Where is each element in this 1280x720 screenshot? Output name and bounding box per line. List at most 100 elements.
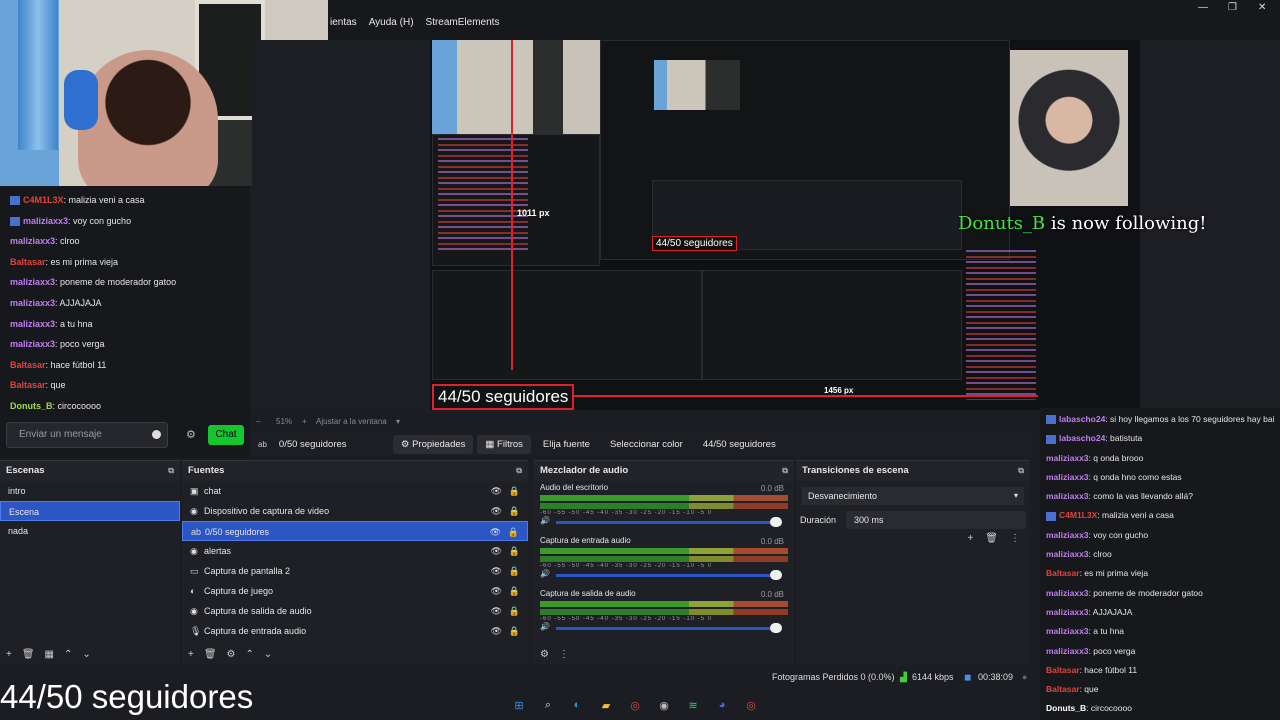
choose-source-button[interactable]: Elija fuente (535, 435, 598, 454)
mixer-menu-icon[interactable]: ⋮ (559, 649, 569, 660)
volume-slider[interactable]: 🔊 (540, 622, 788, 633)
lock-icon[interactable]: 🔒 (509, 581, 520, 601)
chat-username[interactable]: Baltasar (1046, 665, 1080, 675)
popout-icon[interactable]: ⧉ (168, 461, 174, 481)
close-button[interactable]: ✕ (1258, 2, 1266, 13)
lock-icon[interactable]: 🔒 (509, 501, 520, 521)
chat-username[interactable]: malizi​axx3 (1046, 491, 1089, 501)
source-item[interactable]: ▣ chat 👁 🔒 (182, 481, 528, 501)
chat-username[interactable]: malizi​axx3 (10, 319, 55, 329)
chrome-profile-icon[interactable]: ◎ (742, 696, 760, 714)
visibility-eye-icon[interactable]: 👁 (491, 501, 502, 521)
chat-username[interactable]: Baltasar (1046, 568, 1080, 578)
volume-slider-track[interactable] (556, 521, 776, 524)
chat-username[interactable]: malizi​axx3 (1046, 646, 1089, 656)
source-item[interactable]: ◉ alertas 👁 🔒 (182, 541, 528, 561)
volume-slider-track[interactable] (556, 627, 776, 630)
scene-item[interactable]: intro (0, 481, 180, 501)
chat-username[interactable]: labascho24 (1059, 414, 1105, 424)
chat-username[interactable]: Donuts_B (1046, 703, 1086, 713)
properties-button[interactable]: ⚙ Propiedades (392, 434, 474, 454)
chat-username[interactable]: malizi​axx3 (1046, 472, 1089, 482)
chat-username[interactable]: Baltasar (10, 360, 46, 370)
volume-slider[interactable]: 🔊 (540, 516, 788, 527)
volume-slider-knob[interactable] (770, 623, 782, 633)
scene-filters-button[interactable]: ▦ (45, 649, 54, 660)
remove-scene-button[interactable]: 🗑 (22, 649, 35, 660)
zoom-in-button[interactable]: + (302, 417, 307, 426)
file-explorer-icon[interactable]: ▰ (597, 696, 615, 714)
remove-transition-button[interactable]: 🗑 (985, 533, 998, 544)
obs-icon[interactable]: ◉ (655, 696, 673, 714)
zoom-out-button[interactable]: – (256, 417, 260, 426)
windows-start-icon[interactable]: ⊞ (510, 696, 528, 714)
zoom-fit-dropdown[interactable]: Ajustar a la ventana (316, 417, 387, 426)
menu-item-help[interactable]: Ayuda (H) (369, 17, 414, 28)
remove-source-button[interactable]: 🗑 (204, 649, 217, 660)
scene-item[interactable]: Escena (0, 501, 180, 521)
emote-icon[interactable] (152, 430, 161, 439)
lock-icon[interactable]: 🔒 (509, 601, 520, 621)
move-down-button[interactable]: ⌄ (82, 649, 90, 660)
visibility-eye-icon[interactable]: 👁 (491, 481, 502, 501)
source-item[interactable]: ◉ Dispositivo de captura de video 👁 🔒 (182, 501, 528, 521)
chat-username[interactable]: C4M1L3X (1059, 510, 1097, 520)
chat-username[interactable]: Donuts_B (10, 401, 53, 411)
chat-settings-gear-icon[interactable]: ⚙ (186, 428, 196, 441)
source-item[interactable]: ab 0/50 seguidores 👁 🔒 (182, 521, 528, 541)
spotify-icon[interactable]: ≋ (684, 696, 702, 714)
chat-message-input[interactable]: Enviar un mensaje (6, 422, 168, 448)
source-settings-button[interactable]: ⚙ (227, 649, 236, 660)
edge-icon[interactable]: ◐ (568, 696, 586, 714)
select-color-button[interactable]: Seleccionar color (602, 435, 691, 454)
visibility-eye-icon[interactable]: 👁 (491, 561, 502, 581)
volume-slider[interactable]: 🔊 (540, 569, 788, 580)
add-scene-button[interactable]: + (6, 649, 12, 660)
transition-menu-icon[interactable]: ⋮ (1010, 533, 1020, 544)
source-item[interactable]: ◉ Captura de salida de audio 👁 🔒 (182, 601, 528, 621)
text-value-field[interactable]: 44/50 seguidores (695, 435, 784, 454)
mixer-settings-icon[interactable]: ⚙ (540, 649, 549, 660)
chat-username[interactable]: malizi​axx3 (1046, 588, 1089, 598)
visibility-eye-icon[interactable]: 👁 (491, 581, 502, 601)
source-down-button[interactable]: ⌄ (264, 649, 272, 660)
duration-input[interactable]: 300 ms (846, 511, 1026, 529)
menu-item-streamelements[interactable]: StreamElements (426, 17, 500, 28)
chat-send-button[interactable]: Chat (208, 425, 244, 445)
chat-username[interactable]: malizi​axx3 (1046, 549, 1089, 559)
chat-username[interactable]: malizi​axx3 (10, 298, 55, 308)
chat-username[interactable]: malizi​axx3 (1046, 626, 1089, 636)
chevron-down-icon[interactable]: ▾ (396, 417, 400, 426)
chat-username[interactable]: labascho24 (1059, 433, 1105, 443)
volume-slider-knob[interactable] (770, 570, 782, 580)
selected-text-source[interactable]: 44/50 seguidores (432, 384, 575, 410)
chat-username[interactable]: malizi​axx3 (10, 236, 55, 246)
menu-item-tools[interactable]: ientas (330, 17, 357, 28)
add-source-button[interactable]: + (188, 649, 194, 660)
visibility-eye-icon[interactable]: 👁 (491, 621, 502, 641)
chat-username[interactable]: malizi​axx3 (1046, 607, 1089, 617)
visibility-eye-icon[interactable]: 👁 (491, 601, 502, 621)
filters-button[interactable]: ▦ Filtros (477, 434, 531, 454)
popout-icon[interactable]: ⧉ (516, 461, 522, 481)
speaker-icon[interactable]: 🔊 (540, 516, 550, 525)
chat-username[interactable]: malizi​axx3 (1046, 530, 1089, 540)
volume-slider-knob[interactable] (770, 517, 782, 527)
chat-username[interactable]: malizi​axx3 (23, 216, 68, 226)
chat-username[interactable]: C4M1L3X (23, 195, 64, 205)
scene-item[interactable]: nada (0, 521, 180, 541)
chat-username[interactable]: Baltasar (10, 380, 46, 390)
chat-username[interactable]: malizi​axx3 (10, 277, 55, 287)
maximize-button[interactable]: ❐ (1228, 2, 1237, 13)
visibility-eye-icon[interactable]: 👁 (491, 541, 502, 561)
discord-icon[interactable]: ◕ (713, 696, 731, 714)
source-item[interactable]: ◐ Captura de juego 👁 🔒 (182, 581, 528, 601)
lock-icon[interactable]: 🔒 (508, 522, 519, 542)
chrome-icon[interactable]: ◎ (626, 696, 644, 714)
chat-username[interactable]: Baltasar (10, 257, 46, 267)
source-up-button[interactable]: ⌃ (246, 649, 254, 660)
speaker-icon[interactable]: 🔊 (540, 569, 550, 578)
transition-select[interactable]: Desvanecimiento ▾ (802, 487, 1024, 505)
popout-icon[interactable]: ⧉ (782, 461, 788, 481)
source-item[interactable]: ▭ Captura de pantalla 2 👁 🔒 (182, 561, 528, 581)
